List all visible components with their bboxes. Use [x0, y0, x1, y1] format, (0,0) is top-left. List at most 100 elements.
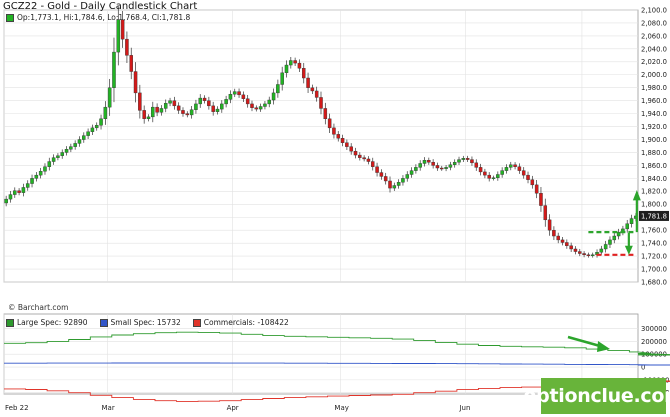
x-tick-label: Mar: [102, 404, 115, 412]
candle-body: [314, 90, 319, 98]
price-panel-frame: [3, 9, 639, 283]
candle-body: [539, 193, 543, 206]
candle-body: [392, 185, 397, 189]
price-tick-label: 1,880.0: [641, 149, 667, 157]
price-tick-label: 1,820.0: [641, 188, 667, 196]
candle-body: [133, 71, 138, 94]
legend-label-small-spec: Small Spec: 15732: [110, 318, 181, 327]
candle-body: [17, 190, 21, 193]
price-tick-label: 1,760.0: [641, 227, 667, 235]
candle-body: [215, 108, 220, 112]
candle-body: [207, 100, 211, 107]
candle-body: [414, 167, 418, 171]
candle-body: [435, 165, 440, 169]
candle-body: [556, 235, 560, 241]
candle-body: [375, 166, 379, 173]
candle-body: [103, 106, 108, 120]
candle-body: [60, 152, 64, 156]
candle-body: [509, 164, 513, 168]
cot-legend: Large Spec: 92890 Small Spec: 15732 Comm…: [6, 318, 289, 327]
candle-body: [271, 92, 276, 101]
legend-label-large-spec: Large Spec: 92890: [17, 318, 88, 327]
candle-body: [90, 127, 95, 132]
candle-body: [401, 178, 405, 183]
candle-body: [155, 106, 159, 113]
price-tick-label: 1,800.0: [641, 201, 667, 209]
price-tick-label: 2,080.0: [641, 19, 667, 27]
candle-body: [534, 184, 539, 194]
legend-commercials[interactable]: Commercials: -108422: [192, 318, 289, 327]
candle-body: [73, 143, 77, 147]
ohlc-readout: Op:1,773.1, Hi:1,784.6, Lo:1,768.4, Cl:1…: [6, 13, 190, 22]
legend-small-spec[interactable]: Small Spec: 15732: [99, 318, 181, 327]
candle-body: [245, 98, 250, 105]
candle-body: [379, 172, 384, 177]
candle-body: [21, 187, 26, 193]
legend-label-commercials: Commercials: -108422: [203, 318, 289, 327]
candle-body: [578, 251, 582, 254]
candle-body: [64, 149, 69, 153]
candle-body: [521, 170, 526, 176]
candle-body: [250, 103, 254, 108]
candle-body: [599, 248, 604, 253]
candle-body: [13, 190, 17, 195]
candle-body: [258, 106, 263, 110]
candle-body: [138, 92, 142, 111]
candle-body: [159, 108, 164, 113]
price-tick-label: 1,680.0: [641, 278, 667, 286]
candle-body: [310, 87, 315, 92]
candle-body: [146, 116, 151, 119]
candle-body: [465, 158, 470, 160]
candle-body: [345, 142, 349, 147]
candle-body: [474, 162, 479, 168]
candle-body: [513, 164, 517, 167]
cot-tick-label: 200000: [641, 338, 667, 346]
candle-body: [163, 103, 168, 109]
candle-body: [457, 159, 461, 163]
candle-body: [573, 248, 578, 252]
candle-body: [366, 158, 371, 162]
candle-body: [418, 163, 422, 168]
x-tick-label: Apr: [227, 404, 239, 412]
candle-body: [254, 107, 259, 110]
price-tick-label: 2,020.0: [641, 58, 667, 66]
candle-body: [319, 97, 323, 109]
candle-body: [504, 167, 509, 171]
candle-body: [51, 157, 56, 162]
candle-body: [491, 177, 496, 179]
candle-body: [112, 51, 116, 88]
candle-body: [125, 38, 129, 56]
last-price-label: 1,781.8: [641, 213, 667, 221]
candle-body: [99, 118, 103, 126]
candle-body: [151, 106, 155, 118]
candle-body: [301, 68, 306, 79]
candle-body: [56, 155, 60, 158]
candle-body: [267, 99, 271, 105]
candle-body: [237, 91, 241, 96]
candle-body: [431, 161, 435, 166]
candle-body: [69, 146, 73, 150]
chart-title: GCZ22 - Gold - Daily Candlestick Chart: [3, 1, 198, 12]
candle-body: [440, 167, 444, 170]
chart-root: 1,680.01,700.01,720.01,740.01,760.01,780…: [0, 0, 670, 417]
candle-body: [306, 77, 310, 88]
candle-body: [603, 244, 608, 250]
candle-body: [168, 100, 172, 104]
price-tick-label: 2,060.0: [641, 32, 667, 40]
candle-body: [241, 94, 246, 99]
optionclue-logo[interactable]: optionclue.com: [523, 378, 670, 414]
candle-body: [336, 134, 341, 139]
candle-body: [194, 103, 198, 110]
candle-body: [629, 218, 634, 224]
price-tick-label: 1,740.0: [641, 240, 667, 248]
candle-body: [107, 87, 112, 108]
candle-body: [358, 154, 362, 158]
legend-swatch-small-spec: [99, 318, 108, 327]
candle-body: [34, 174, 39, 179]
x-tick-label: Jun: [458, 404, 470, 412]
candle-body: [284, 64, 289, 74]
legend-large-spec[interactable]: Large Spec: 92890: [6, 318, 88, 327]
price-tick-label: 1,960.0: [641, 97, 667, 105]
candle-body: [172, 100, 177, 107]
candle-body: [181, 110, 185, 114]
